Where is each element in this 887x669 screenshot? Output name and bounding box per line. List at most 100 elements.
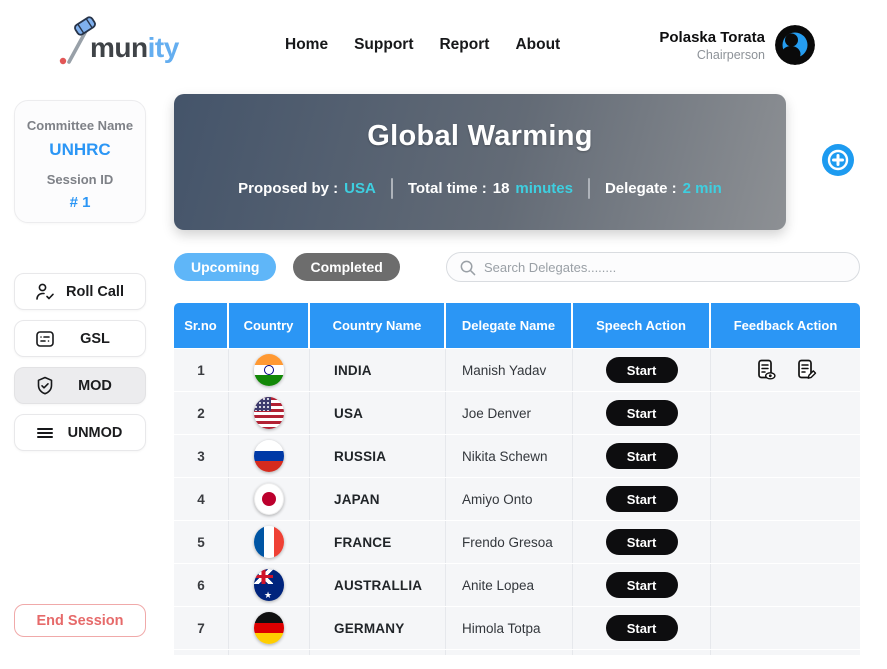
total-time-label: Total time :: [408, 180, 487, 197]
country-flag-cell: [229, 607, 310, 649]
delegates-table: Sr.no Country Country Name Delegate Name…: [174, 303, 860, 655]
delegate-time-value: 2 min: [683, 180, 722, 197]
user-box: Polaska Torata Chairperson: [659, 0, 815, 90]
committee-name-value: UNHRC: [15, 140, 145, 160]
logo-wordmark: munity: [90, 34, 179, 68]
tab-completed[interactable]: Completed: [293, 253, 399, 281]
table-row: 2 USA Joe Denver Start: [174, 391, 860, 434]
nav-about[interactable]: About: [515, 36, 560, 54]
sr-no: 2: [174, 392, 229, 434]
sidebar-item-mod[interactable]: MOD: [14, 367, 146, 404]
country-flag-cell: [229, 392, 310, 434]
feedback-action-cell: [711, 349, 860, 391]
edit-feedback-button[interactable]: [795, 359, 817, 381]
nav-report[interactable]: Report: [439, 36, 489, 54]
committee-name-label: Committee Name: [15, 118, 145, 133]
table-row: 3 RUSSIA Nikita Schewn Start: [174, 434, 860, 477]
meta-divider: [588, 178, 590, 199]
header-feedback-action: Feedback Action: [711, 303, 860, 348]
tab-upcoming[interactable]: Upcoming: [174, 253, 276, 281]
speech-action-cell: Start: [573, 478, 711, 520]
flag-germany-icon: [254, 612, 284, 644]
sr-no: 7: [174, 607, 229, 649]
table-row: 5 FRANCE Frendo Gresoa Start: [174, 520, 860, 563]
country-flag-cell: [229, 564, 310, 606]
app-logo[interactable]: munity: [58, 16, 179, 68]
add-button[interactable]: [822, 144, 854, 176]
start-speech-button[interactable]: Start: [606, 529, 678, 555]
sr-no: 3: [174, 435, 229, 477]
delegate-name: Joe Denver: [446, 392, 573, 434]
table-row: 7 GERMANY Himola Totpa Start: [174, 606, 860, 649]
speech-action-cell: Start: [573, 521, 711, 563]
flag-australia-icon: [254, 569, 284, 601]
nav-home[interactable]: Home: [285, 36, 328, 54]
table-row: 6 AUSTRALLIA Anite Lopea Start: [174, 563, 860, 606]
sidebar-item-gsl[interactable]: GSL: [14, 320, 146, 357]
country-name: JAPAN: [310, 478, 446, 520]
topic-hero-card: Global Warming Proposed by : USA Total t…: [174, 94, 786, 230]
sr-no: 1: [174, 349, 229, 391]
table-row-partial: [174, 649, 860, 655]
table-header: Sr.no Country Country Name Delegate Name…: [174, 303, 860, 348]
search-icon: [459, 259, 476, 276]
start-speech-button[interactable]: Start: [606, 443, 678, 469]
profile-silhouette-icon: [775, 25, 815, 65]
sr-no: 6: [174, 564, 229, 606]
user-meta: Polaska Torata Chairperson: [659, 29, 765, 62]
feedback-action-cell: [711, 392, 860, 434]
country-flag-cell: [229, 478, 310, 520]
menu-lines-icon: [35, 423, 55, 443]
country-name: RUSSIA: [310, 435, 446, 477]
sidebar-item-label: GSL: [55, 331, 135, 347]
avatar[interactable]: [775, 25, 815, 65]
nav-support[interactable]: Support: [354, 36, 413, 54]
feedback-action-cell: [711, 564, 860, 606]
table-row: 1 INDIA Manish Yadav Start: [174, 348, 860, 391]
start-speech-button[interactable]: Start: [606, 400, 678, 426]
header-speech-action: Speech Action: [573, 303, 711, 348]
header-sr-no: Sr.no: [174, 303, 229, 348]
total-time-unit: minutes: [515, 180, 573, 197]
sidebar-item-label: Roll Call: [55, 284, 135, 300]
delegate-time-label: Delegate :: [605, 180, 677, 197]
search-bar[interactable]: [446, 252, 860, 282]
shield-check-icon: [35, 376, 55, 396]
user-check-icon: [35, 282, 55, 302]
header-country: Country: [229, 303, 310, 348]
start-speech-button[interactable]: Start: [606, 572, 678, 598]
sr-no: 5: [174, 521, 229, 563]
sidebar-item-unmod[interactable]: UNMOD: [14, 414, 146, 451]
topic-title: Global Warming: [174, 120, 786, 153]
sidebar-item-roll-call[interactable]: Roll Call: [14, 273, 146, 310]
view-feedback-button[interactable]: [755, 359, 777, 381]
proposed-by-label: Proposed by :: [238, 180, 338, 197]
view-feedback-icon: [755, 359, 777, 381]
country-flag-cell: [229, 521, 310, 563]
proposed-by-value: USA: [344, 180, 376, 197]
start-speech-button[interactable]: Start: [606, 615, 678, 641]
flag-japan-icon: [254, 483, 284, 515]
country-name: FRANCE: [310, 521, 446, 563]
header-country-name: Country Name: [310, 303, 446, 348]
flag-usa-icon: [254, 397, 284, 429]
committee-info-card: Committee Name UNHRC Session ID # 1: [14, 100, 146, 223]
start-speech-button[interactable]: Start: [606, 357, 678, 383]
delegate-name: Amiyo Onto: [446, 478, 573, 520]
session-id-value: # 1: [15, 194, 145, 211]
country-name: USA: [310, 392, 446, 434]
start-speech-button[interactable]: Start: [606, 486, 678, 512]
flag-france-icon: [254, 526, 284, 558]
search-input[interactable]: [484, 260, 847, 275]
list-card-icon: [35, 329, 55, 349]
end-session-button[interactable]: End Session: [14, 604, 146, 637]
edit-feedback-icon: [795, 359, 817, 381]
user-name: Polaska Torata: [659, 29, 765, 46]
delegate-name: Anite Lopea: [446, 564, 573, 606]
topic-meta: Proposed by : USA Total time : 18 minute…: [174, 178, 786, 199]
plus-circle-icon: [822, 144, 854, 176]
speech-action-cell: Start: [573, 435, 711, 477]
table-row: 4 JAPAN Amiyo Onto Start: [174, 477, 860, 520]
country-name: AUSTRALLIA: [310, 564, 446, 606]
feedback-action-cell: [711, 521, 860, 563]
